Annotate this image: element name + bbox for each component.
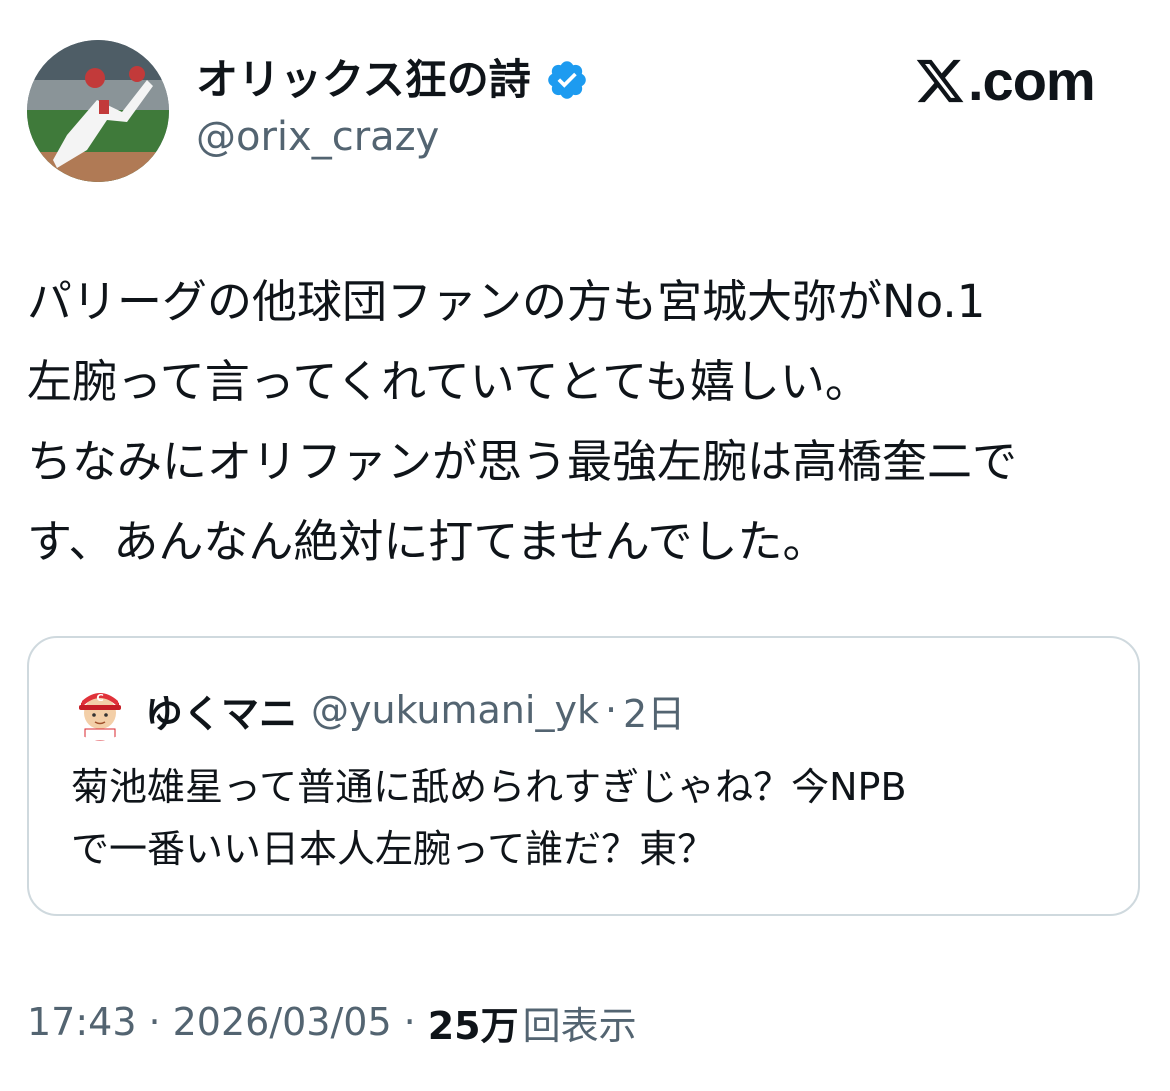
meta-separator: · — [148, 1000, 161, 1044]
quoted-tweet-header: C ゆくマニ @yukumani_yk · 2日 — [69, 678, 685, 742]
tweet-time[interactable]: 17:43 — [27, 1000, 137, 1044]
quoted-author-handle[interactable]: @yukumani_yk — [311, 688, 599, 732]
views-count[interactable]: 25万 — [428, 995, 519, 1050]
tweet-text: パリーグの他球団ファンの方も宮城大弥がNo.1 左腕って言ってくれていてとても嬉… — [27, 262, 1147, 582]
quoted-time[interactable]: 2日 — [623, 683, 685, 738]
meta-separator: · — [403, 1000, 416, 1044]
brand-domain: .com — [968, 49, 1096, 112]
tweet-line: パリーグの他球団ファンの方も宮城大弥がNo.1 — [27, 275, 986, 328]
tweet-line: ちなみにオリファンが思う最強左腕は高橋奎二で — [27, 435, 1018, 488]
brand-logo: .com — [914, 49, 1096, 112]
svg-text:C: C — [96, 693, 103, 704]
tweet-line: 左腕って言ってくれていてとても嬉しい。 — [27, 355, 870, 408]
carp-mascot-avatar[interactable]: C — [69, 679, 131, 741]
quoted-line: で一番いい日本人左腕って誰だ？東？ — [71, 827, 716, 871]
author-avatar[interactable] — [27, 40, 169, 182]
tweet-line: す、あんなん絶対に打てませんでした。 — [27, 515, 828, 568]
verified-badge-icon — [545, 58, 589, 102]
quoted-tweet-text: 菊池雄星って普通に舐められすぎじゃね？今NPB で一番いい日本人左腕って誰だ？東… — [71, 756, 907, 880]
x-logo-icon — [914, 55, 966, 107]
views-label: 回表示 — [522, 1003, 637, 1048]
author-display-name[interactable]: オリックス狂の詩 — [196, 59, 531, 101]
tweet-meta: 17:43 · 2026/03/05 · 25万 回表示 — [27, 994, 637, 1050]
quoted-line: 菊池雄星って普通に舐められすぎじゃね？今NPB — [71, 765, 907, 809]
pitcher-photo-avatar — [27, 40, 169, 182]
author-handle[interactable]: @orix_crazy — [196, 114, 439, 160]
quoted-tweet-card[interactable]: C ゆくマニ @yukumani_yk · 2日 菊池雄星って普通に舐められすぎ… — [27, 636, 1140, 916]
quoted-separator: · — [604, 688, 618, 732]
tweet-date[interactable]: 2026/03/05 — [173, 1000, 392, 1044]
author-name-row: オリックス狂の詩 — [196, 48, 589, 112]
quoted-author-name[interactable]: ゆくマニ — [145, 683, 297, 738]
